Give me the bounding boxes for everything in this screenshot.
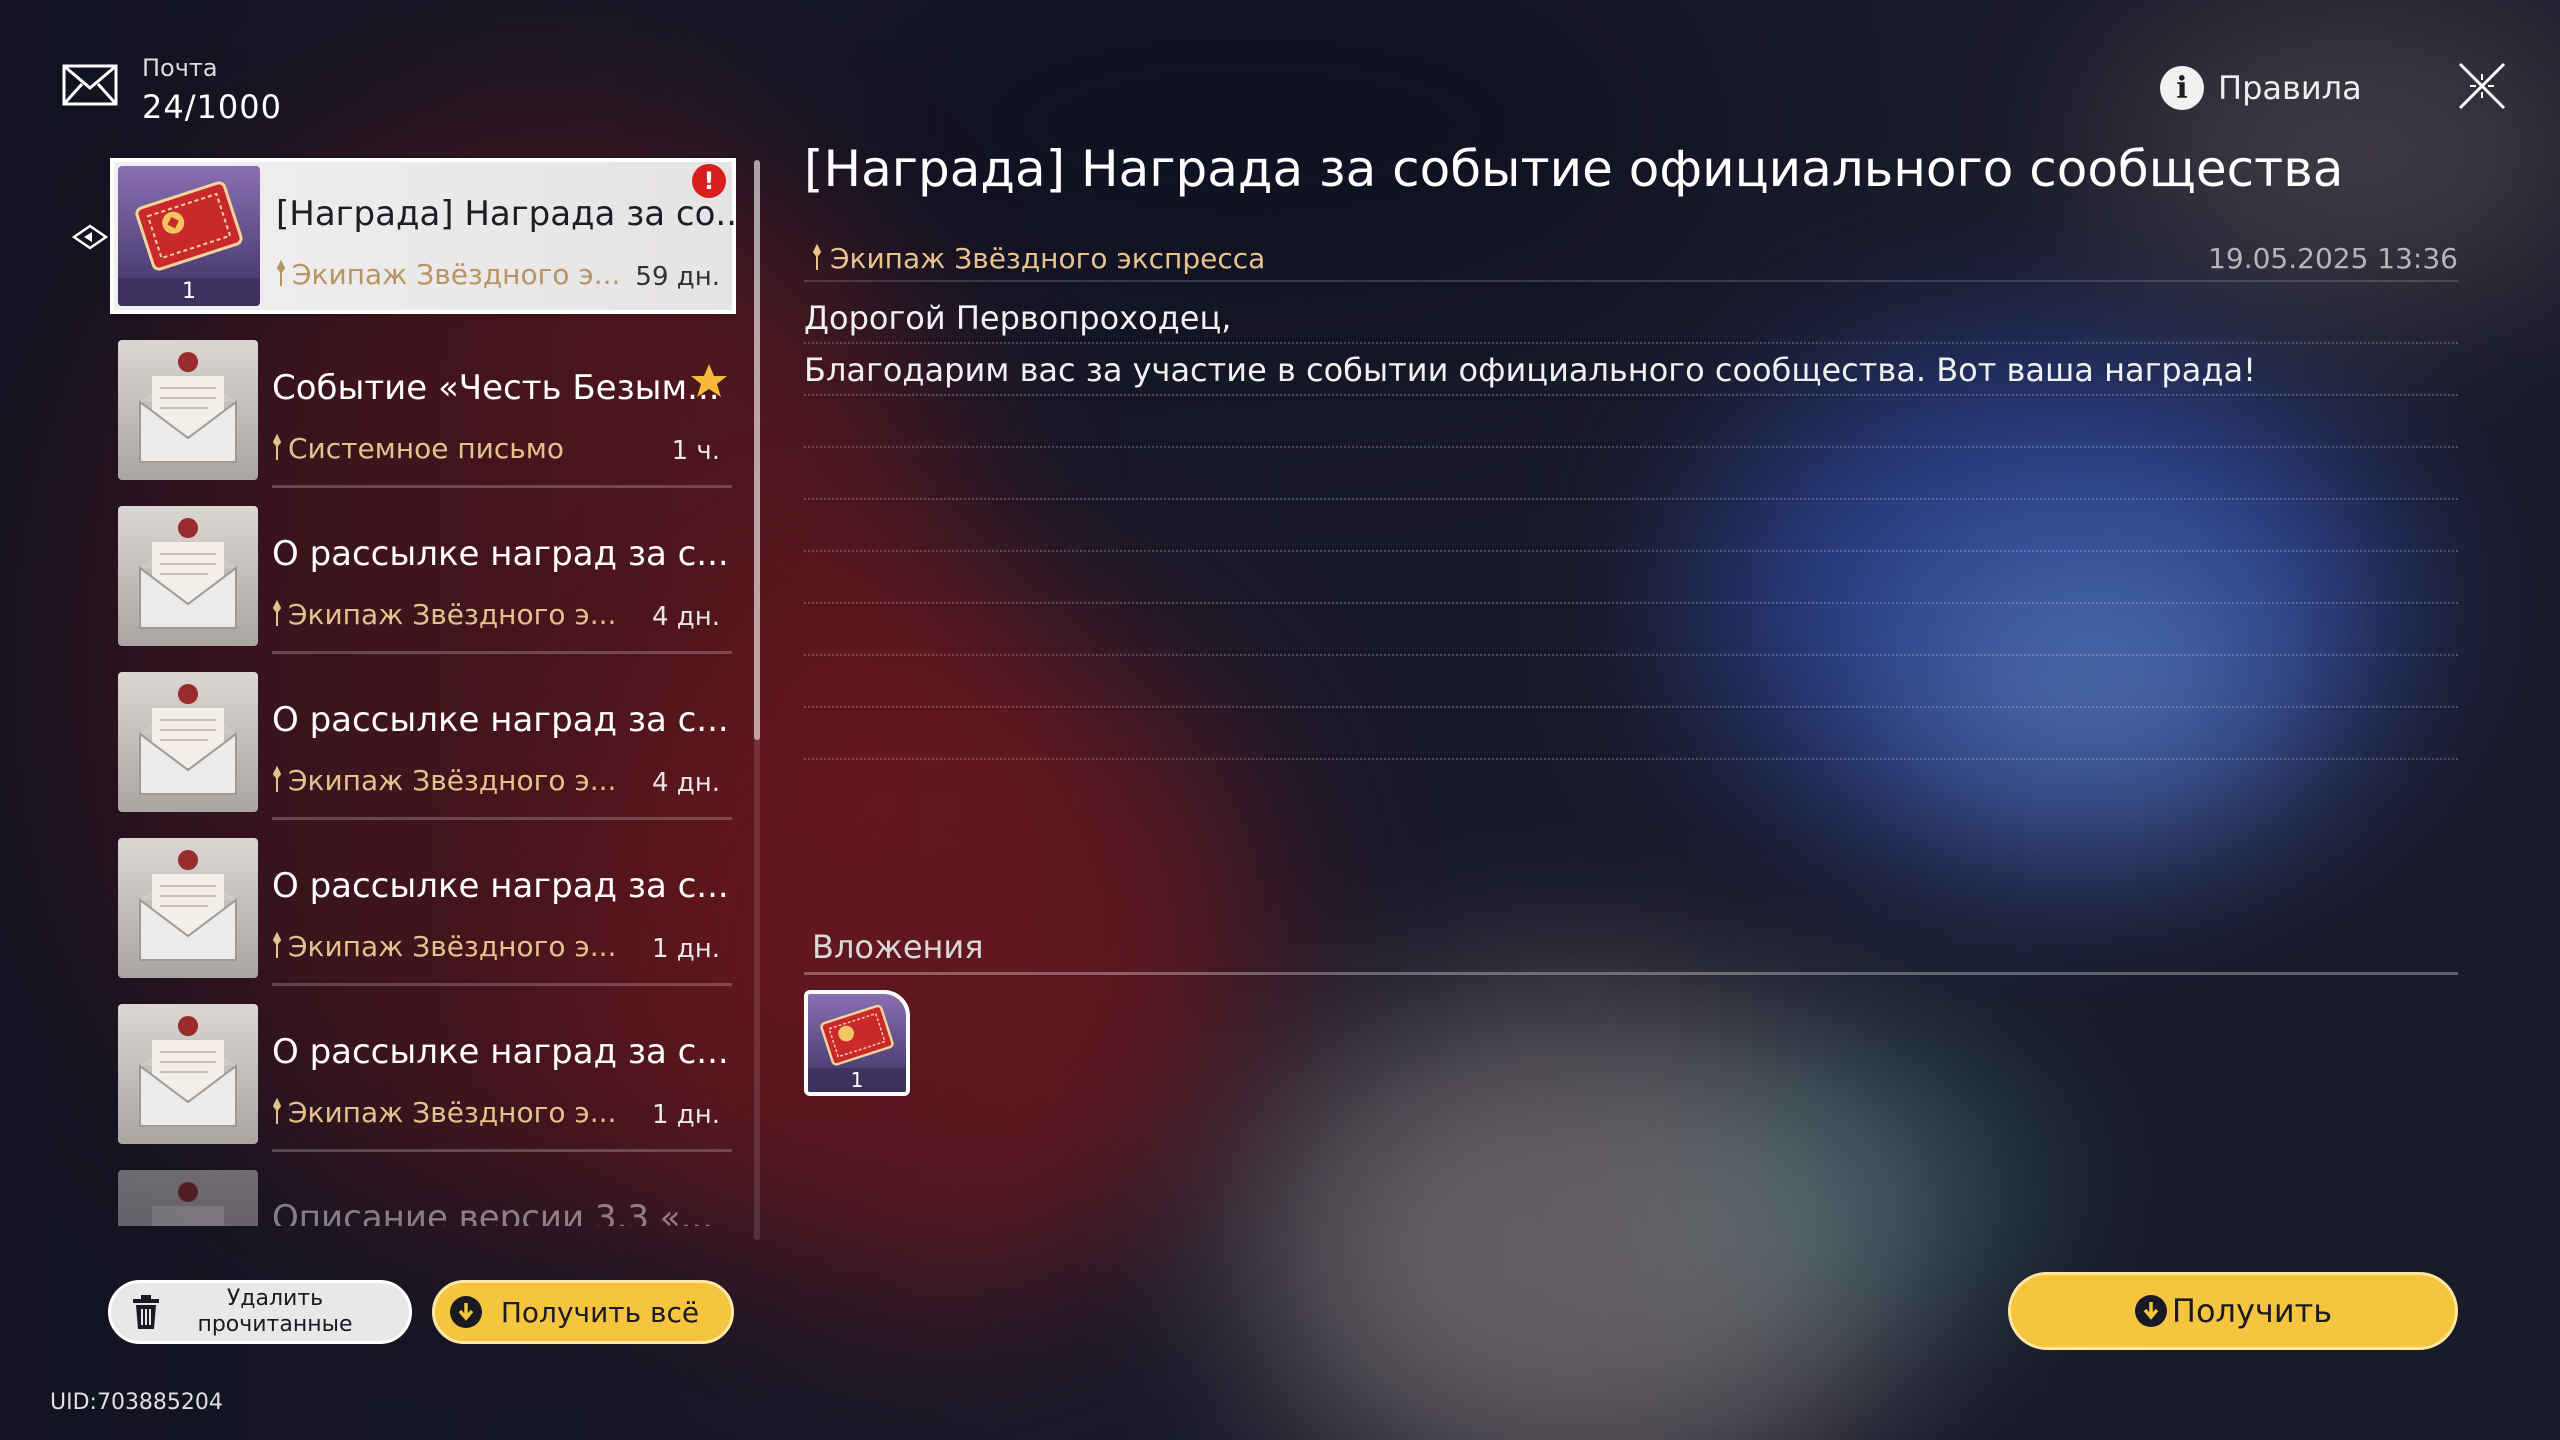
mail-age: 1 ч. (671, 436, 720, 466)
body-line (804, 708, 2458, 760)
detail-body: Дорогой Первопроходец, Благодарим вас за… (804, 292, 2458, 760)
uid-label: UID:703885204 (50, 1390, 223, 1415)
attachments-label: Вложения (812, 928, 984, 966)
body-line: Благодарим вас за участие в событии офиц… (804, 344, 2458, 396)
claim-label: Получить (2171, 1292, 2333, 1330)
pin-icon (272, 1098, 282, 1124)
body-line (804, 656, 2458, 708)
divider (272, 983, 732, 986)
info-icon: i (2160, 66, 2204, 110)
download-icon (450, 1296, 482, 1328)
list-scrollbar[interactable] (754, 160, 760, 1240)
mail-header: Почта 24/1000 (62, 56, 282, 126)
envelope-icon (118, 506, 258, 646)
selection-arrow-icon (71, 224, 109, 250)
mail-title: Почта (142, 54, 218, 82)
delete-read-label: Удалить прочитанные (197, 1286, 353, 1337)
mail-icon (62, 64, 118, 106)
body-line (804, 552, 2458, 604)
divider (272, 485, 732, 488)
detail-sender-label: Экипаж Звёздного экспресса (830, 242, 1266, 275)
mail-age: 4 дн. (651, 768, 720, 798)
mail-sender: Экипаж Звёздного э... (272, 764, 616, 797)
mail-sender: Экипаж Звёздного э... (272, 598, 616, 631)
mail-sender: Экипаж Звёздного э... (272, 1096, 616, 1129)
mail-sender: Экипаж Звёздного э... (276, 258, 620, 291)
pin-icon (272, 434, 282, 460)
mail-title: О рассылке наград за с... (272, 534, 729, 574)
attachment-item[interactable]: 1 (804, 990, 910, 1096)
envelope-icon (118, 672, 258, 812)
pin-icon (276, 260, 286, 286)
claim-button[interactable]: Получить (2008, 1272, 2458, 1350)
mail-sender: Экипаж Звёздного э... (272, 930, 616, 963)
rules-button[interactable]: i Правила (2160, 64, 2362, 112)
mail-sender: Системное письмо (272, 432, 564, 465)
divider (272, 1149, 732, 1152)
mail-age: 1 дн. (651, 934, 720, 964)
claim-all-button[interactable]: Получить всё (432, 1280, 734, 1344)
pin-icon (272, 600, 282, 626)
mail-age: 59 дн. (635, 262, 720, 292)
envelope-icon (118, 340, 258, 480)
detail-sender: Экипаж Звёздного экспресса (812, 242, 1265, 275)
mail-title: Описание версии 3.3 «... (272, 1198, 714, 1226)
envelope-icon (118, 838, 258, 978)
mail-title: О рассылке наград за с... (272, 1032, 729, 1072)
detail-date: 19.05.2025 13:36 (2208, 242, 2458, 275)
mail-list-item[interactable]: О рассылке наград за с... Экипаж Звёздно… (110, 498, 736, 654)
envelope-icon (118, 1004, 258, 1144)
pin-icon (272, 932, 282, 958)
divider (272, 651, 732, 654)
attachments-divider (804, 972, 2458, 975)
download-icon (2134, 1295, 2167, 1327)
star-icon (691, 364, 727, 397)
mail-sender-label: Экипаж Звёздного э... (288, 764, 617, 797)
detail-meta: Экипаж Звёздного экспресса 19.05.2025 13… (804, 236, 2458, 282)
mail-title: [Награда] Награда за со... (276, 194, 736, 234)
scroll-thumb[interactable] (754, 160, 760, 740)
mail-sender-label: Системное письмо (288, 432, 565, 465)
body-line (804, 604, 2458, 656)
attachment-count: 1 (118, 278, 260, 306)
pin-icon (272, 766, 282, 792)
mail-count: 24/1000 (142, 88, 282, 126)
envelope-icon (118, 1170, 258, 1226)
claim-all-label: Получить всё (500, 1295, 700, 1329)
body-line (804, 396, 2458, 448)
detail-title: [Награда] Награда за событие официальног… (804, 140, 2344, 198)
pin-icon (812, 244, 822, 270)
mail-sender-label: Экипаж Звёздного э... (288, 930, 617, 963)
mail-title: О рассылке наград за с... (272, 866, 729, 906)
mail-sender-label: Экипаж Звёздного э... (292, 258, 621, 291)
delete-read-button[interactable]: Удалить прочитанные (108, 1280, 412, 1344)
mail-list-item[interactable]: О рассылке наград за с... Экипаж Звёздно… (110, 996, 736, 1152)
close-icon[interactable] (2456, 60, 2508, 112)
alert-icon: ! (692, 164, 726, 198)
body-line: Дорогой Первопроходец, (804, 292, 2458, 344)
mail-list-item[interactable]: Событие «Честь Безым... Системное письмо… (110, 332, 736, 488)
reward-ticket-icon: 1 (118, 166, 260, 306)
attachment-count: 1 (808, 1068, 906, 1092)
body-line (804, 448, 2458, 500)
mail-list-item[interactable]: О рассылке наград за с... Экипаж Звёздно… (110, 830, 736, 986)
mail-sender-label: Экипаж Звёздного э... (288, 1096, 617, 1129)
mail-age: 4 дн. (651, 602, 720, 632)
divider (272, 817, 732, 820)
mail-list-item[interactable]: О рассылке наград за с... Экипаж Звёздно… (110, 664, 736, 820)
trash-icon (133, 1295, 159, 1329)
mail-sender-label: Экипаж Звёздного э... (288, 598, 617, 631)
mail-title: Событие «Честь Безым... (272, 368, 720, 408)
mail-title: О рассылке наград за с... (272, 700, 729, 740)
mail-list-item[interactable]: Описание версии 3.3 «... (110, 1162, 736, 1226)
mail-age: 1 дн. (651, 1100, 720, 1130)
mail-list-item[interactable]: 1 [Награда] Награда за со... Экипаж Звёз… (110, 158, 736, 314)
rules-label: Правила (2218, 69, 2362, 107)
body-line (804, 500, 2458, 552)
mail-list[interactable]: 1 [Награда] Награда за со... Экипаж Звёз… (110, 156, 736, 1226)
